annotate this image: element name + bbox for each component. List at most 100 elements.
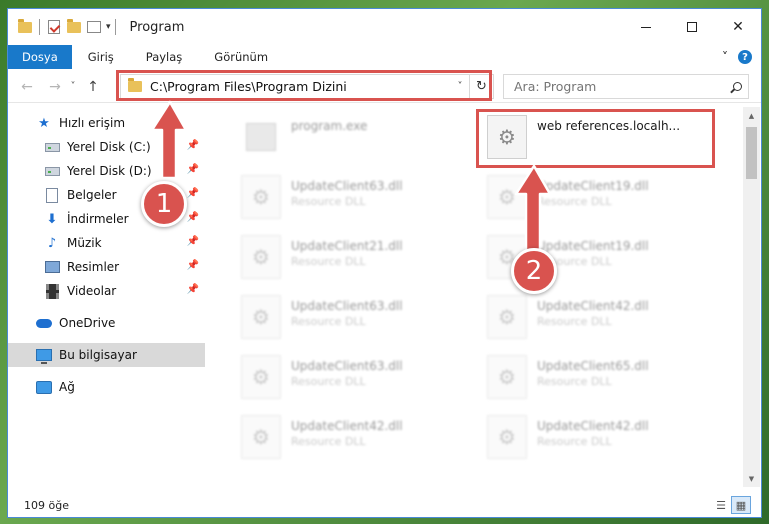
ribbon-tabs: Dosya Giriş Paylaş Görünüm ˅ ? <box>8 45 761 69</box>
sidebar-item-label: Belgeler <box>67 188 117 202</box>
pin-icon[interactable]: 📌 <box>187 284 199 295</box>
address-bar[interactable]: C:\Program Files\Program Dizini ˅ <box>120 74 470 99</box>
file-name: UpdateClient42.dll <box>291 419 403 433</box>
tab-paylas[interactable]: Paylaş <box>130 45 199 69</box>
file-item-program-exe[interactable]: program.exe <box>223 113 461 165</box>
tab-giris[interactable]: Giriş <box>72 45 130 69</box>
dll-file-icon: ⚙ <box>241 295 281 339</box>
file-item[interactable]: ⚙ UpdateClient63.dll Resource DLL <box>223 353 461 405</box>
sidebar-item-this-pc[interactable]: Bu bilgisayar <box>8 343 205 367</box>
scroll-up-icon[interactable]: ▲ <box>743 107 760 124</box>
sidebar-item-label: OneDrive <box>59 316 116 330</box>
file-name: web references.localh... <box>537 119 681 133</box>
file-description: Resource DLL <box>537 375 612 388</box>
address-row: ← → ˅ ↑ C:\Program Files\Program Dizini … <box>8 71 761 103</box>
drive-icon <box>44 139 60 155</box>
callout-1: 1 <box>141 181 187 227</box>
back-button[interactable]: ← <box>16 75 38 99</box>
dll-file-icon: ⚙ <box>241 355 281 399</box>
file-name: UpdateClient21.dll <box>291 239 403 253</box>
item-count: 109 öğe <box>24 498 69 512</box>
pin-icon[interactable]: 📌 <box>187 164 199 175</box>
explorer-window: ▾ Program ✕ Dosya Giriş Paylaş Görünüm ˅… <box>7 8 762 518</box>
file-item[interactable]: ⚙ UpdateClient42.dll Resource DLL <box>223 413 461 465</box>
scroll-down-icon[interactable]: ▼ <box>743 470 760 487</box>
sidebar-item-label: Ağ <box>59 380 75 394</box>
dll-file-icon: ⚙ <box>241 415 281 459</box>
scrollbar-thumb[interactable] <box>746 127 757 179</box>
dll-file-icon: ⚙ <box>241 175 281 219</box>
address-path[interactable]: C:\Program Files\Program Dizini <box>150 79 451 94</box>
search-box[interactable] <box>503 74 749 99</box>
forward-button[interactable]: → <box>44 75 66 99</box>
file-name: UpdateClient65.dll <box>537 359 649 373</box>
pin-icon[interactable]: 📌 <box>187 140 199 151</box>
sidebar-item-label: Bu bilgisayar <box>59 348 137 362</box>
dll-file-icon: ⚙ <box>487 355 527 399</box>
search-input[interactable] <box>504 75 726 98</box>
details-view-icon[interactable]: ☰ <box>711 496 731 514</box>
cloud-icon <box>36 315 52 331</box>
sidebar-item-label: Resimler <box>67 260 120 274</box>
customize-toolbar-caret-icon[interactable]: ▾ <box>106 22 111 32</box>
file-item[interactable]: ⚙ UpdateClient42.dll Resource DLL <box>469 413 707 465</box>
minimize-button[interactable] <box>623 9 669 45</box>
file-item[interactable]: ⚙ UpdateClient65.dll Resource DLL <box>469 353 707 405</box>
file-description: Resource DLL <box>537 195 612 208</box>
search-icon[interactable] <box>726 82 748 91</box>
file-name: UpdateClient63.dll <box>291 359 403 373</box>
separator <box>39 19 40 35</box>
file-item[interactable]: ⚙ UpdateClient42.dll Resource DLL <box>469 293 707 345</box>
computer-icon <box>36 347 52 364</box>
dll-file-icon: ⚙ <box>487 295 527 339</box>
file-item[interactable]: ⚙ UpdateClient21.dll Resource DLL <box>223 233 461 285</box>
music-icon: ♪ <box>47 235 57 251</box>
file-description: Resource DLL <box>291 195 366 208</box>
file-name: UpdateClient63.dll <box>291 179 403 193</box>
window-controls: ✕ <box>623 9 761 45</box>
file-name: program.exe <box>291 119 368 133</box>
tab-dosya[interactable]: Dosya <box>8 45 72 69</box>
sidebar-item-network[interactable]: Ağ <box>8 375 205 399</box>
sidebar-item-local-disk-c[interactable]: Yerel Disk (C:) 📌 <box>8 135 205 159</box>
address-dropdown-icon[interactable]: ˅ <box>451 81 469 92</box>
expand-ribbon-icon[interactable]: ˅ <box>715 47 735 67</box>
pin-icon[interactable]: 📌 <box>187 236 199 247</box>
help-button[interactable]: ? <box>735 47 755 67</box>
file-description: Resource DLL <box>291 435 366 448</box>
quick-access-toolbar: ▾ <box>15 9 120 45</box>
pin-icon[interactable]: 📌 <box>187 260 199 271</box>
folder-icon[interactable] <box>15 17 35 37</box>
file-item[interactable]: ⚙ UpdateClient63.dll Resource DLL <box>223 293 461 345</box>
file-description: Resource DLL <box>537 435 612 448</box>
sidebar-item-pictures[interactable]: Resimler 📌 <box>8 255 205 279</box>
recent-locations-button[interactable]: ˅ <box>66 75 80 99</box>
status-bar: 109 öğe ☰ ▦ <box>8 493 761 517</box>
refresh-button[interactable]: ↻ <box>470 74 494 99</box>
file-item-web-references[interactable]: ⚙ web references.localh... <box>469 113 707 165</box>
sidebar-item-music[interactable]: ♪ Müzik 📌 <box>8 231 205 255</box>
file-name: UpdateClient19.dll <box>537 179 649 193</box>
sidebar-item-videos[interactable]: Videolar 📌 <box>8 279 205 303</box>
properties-check-icon[interactable] <box>44 17 64 37</box>
sidebar-item-quick-access[interactable]: ★ Hızlı erişim <box>8 111 205 135</box>
exe-icon <box>241 115 281 159</box>
properties-icon[interactable] <box>84 17 104 37</box>
pin-icon[interactable]: 📌 <box>187 212 199 223</box>
file-item[interactable]: ⚙ UpdateClient19.dll Resource DLL <box>469 173 707 225</box>
maximize-button[interactable] <box>669 9 715 45</box>
file-list: program.exe ⚙ UpdateClient63.dll Resource… <box>213 107 743 477</box>
close-button[interactable]: ✕ <box>715 9 761 45</box>
sidebar-item-local-disk-d[interactable]: Yerel Disk (D:) 📌 <box>8 159 205 183</box>
pin-icon[interactable]: 📌 <box>187 188 199 199</box>
sidebar-item-onedrive[interactable]: OneDrive <box>8 311 205 335</box>
vertical-scrollbar[interactable]: ▲ ▼ <box>743 107 760 487</box>
file-item[interactable]: ⚙ UpdateClient63.dll Resource DLL <box>223 173 461 225</box>
separator <box>114 19 116 35</box>
file-item[interactable]: ⚙ UpdateClient19.dll Resource DLL <box>469 233 707 285</box>
tab-gorunum[interactable]: Görünüm <box>198 45 284 69</box>
tiles-view-icon[interactable]: ▦ <box>731 496 751 514</box>
up-button[interactable]: ↑ <box>82 75 104 99</box>
new-folder-icon[interactable] <box>64 17 84 37</box>
sidebar-item-label: Yerel Disk (C:) <box>67 140 151 154</box>
